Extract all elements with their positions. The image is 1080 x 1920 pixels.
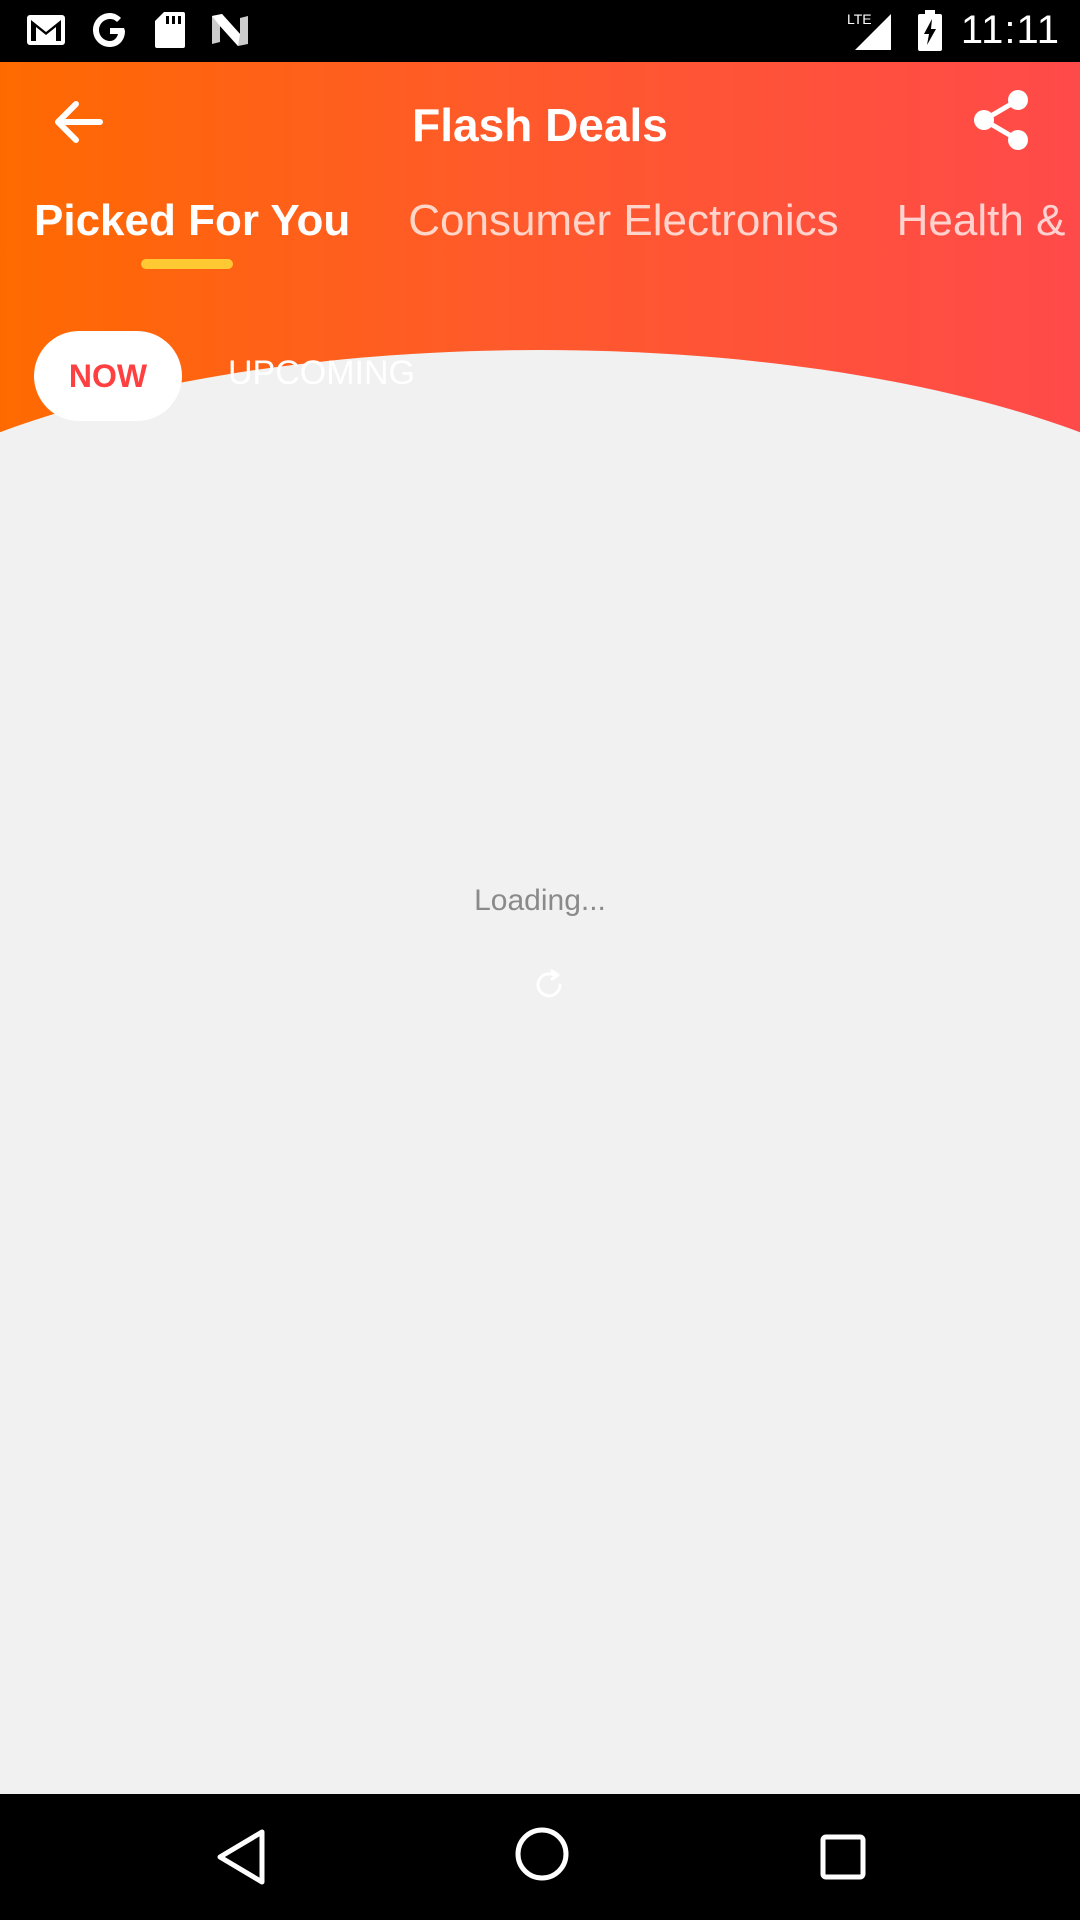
system-nav-bar	[0, 1794, 1080, 1920]
loading-spinner-icon	[536, 969, 562, 998]
status-time: 11:11	[960, 8, 1060, 52]
nav-home-icon[interactable]	[512, 1824, 572, 1884]
sd-card-icon	[155, 12, 185, 48]
signal-icon: LTE	[847, 11, 891, 50]
upcoming-toggle-button[interactable]: UPCOMING	[228, 354, 415, 393]
nav-back-icon[interactable]	[212, 1826, 270, 1888]
now-toggle-button[interactable]: NOW	[34, 331, 182, 421]
status-bar: LTE 11:11	[0, 0, 1080, 62]
tab-health[interactable]: Health &	[897, 196, 1066, 246]
nav-recents-icon[interactable]	[820, 1834, 866, 1880]
loading-text: Loading...	[474, 884, 606, 917]
tab-picked-for-you[interactable]: Picked For You	[34, 196, 350, 246]
google-icon	[93, 13, 125, 47]
now-label: NOW	[68, 357, 148, 394]
battery-charging-icon	[917, 9, 942, 51]
category-tabs: Picked For You Consumer Electronics Heal…	[34, 196, 1065, 246]
tab-consumer-electronics[interactable]: Consumer Electronics	[408, 196, 838, 246]
page-title: Flash Deals	[412, 99, 668, 151]
flash-deals-header: Flash Deals Picked For You Consumer Elec…	[0, 62, 1080, 582]
active-tab-indicator	[141, 259, 233, 269]
network-label: LTE	[847, 11, 872, 27]
n-icon	[212, 14, 248, 46]
share-icon[interactable]	[970, 88, 1034, 152]
gmail-icon	[27, 15, 65, 45]
